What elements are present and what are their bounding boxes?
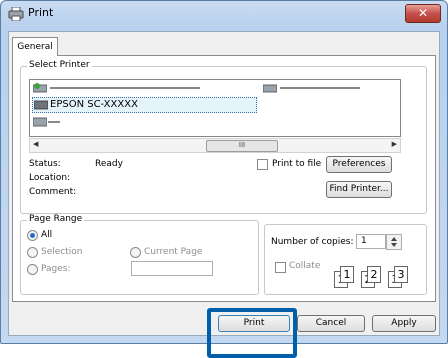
- printer-list-scrollbar[interactable]: ◀ III ▶: [29, 138, 401, 153]
- spin-up-down-icon: [391, 237, 397, 247]
- page-range-label: Page Range: [27, 214, 85, 224]
- printer-name-redacted: [280, 87, 360, 89]
- collate-checkbox[interactable]: [275, 262, 286, 273]
- print-button-highlight: [207, 308, 297, 358]
- status-label: Status:: [29, 159, 61, 169]
- printer-icon: [33, 83, 47, 93]
- current-page-label: Current Page: [144, 247, 203, 257]
- print-to-file-label: Print to file: [272, 159, 322, 169]
- copies-spinner[interactable]: [386, 234, 402, 250]
- collate-illustration: 1 1 2 2 3 3: [334, 263, 408, 288]
- select-printer-label: Select Printer: [27, 60, 92, 70]
- selected-printer-name: EPSON SC-XXXXX: [50, 99, 138, 110]
- close-icon: ✕: [417, 6, 429, 20]
- all-pages-label: All: [41, 230, 53, 240]
- cancel-button[interactable]: Cancel: [297, 315, 365, 332]
- preferences-button[interactable]: Preferences: [326, 156, 392, 173]
- window-title: Print: [28, 6, 54, 19]
- printer-list-item-selected[interactable]: EPSON SC-XXXXX: [32, 97, 257, 113]
- printer-icon: [33, 117, 47, 127]
- close-button[interactable]: ✕: [405, 4, 441, 23]
- collate-page: 2: [367, 266, 381, 283]
- current-page-radio[interactable]: [130, 247, 141, 258]
- pages-input[interactable]: [131, 261, 213, 276]
- page-range-group: Page Range All Selection Current Page Pa…: [20, 214, 259, 295]
- printer-name-redacted: [48, 121, 60, 123]
- collate-page: 3: [394, 266, 408, 283]
- pages-radio[interactable]: [27, 264, 38, 275]
- copies-group: Number of copies: 1 Collate 1 1 2 2: [264, 224, 427, 295]
- collate-page: 1: [340, 266, 354, 283]
- collate-label: Collate: [289, 261, 321, 271]
- pages-label: Pages:: [41, 264, 71, 274]
- print-to-file-checkbox[interactable]: [257, 159, 268, 170]
- scroll-thumb[interactable]: III: [206, 140, 278, 152]
- location-label: Location:: [29, 173, 71, 183]
- printer-icon: [34, 100, 48, 110]
- printer-list[interactable]: EPSON SC-XXXXX: [29, 79, 401, 137]
- print-dialog-window: Print ✕ General Select Printer EPSON SC-…: [0, 0, 448, 344]
- printer-icon: [263, 84, 277, 93]
- scroll-left-icon[interactable]: ◀: [33, 140, 38, 148]
- select-printer-group: Select Printer EPSON SC-XXXXX ◀ III ▶ St…: [20, 60, 427, 214]
- tab-general[interactable]: General: [12, 37, 58, 56]
- number-of-copies-input[interactable]: 1: [356, 234, 386, 249]
- printer-name-redacted: [50, 87, 200, 89]
- find-printer-button[interactable]: Find Printer...: [326, 181, 392, 198]
- scroll-right-icon[interactable]: ▶: [392, 140, 397, 148]
- general-tab-panel: Select Printer EPSON SC-XXXXX ◀ III ▶ St…: [12, 55, 436, 302]
- comment-label: Comment:: [29, 187, 77, 197]
- status-value: Ready: [95, 159, 123, 169]
- printer-icon: [8, 7, 24, 21]
- title-bar[interactable]: Print ✕: [1, 1, 447, 27]
- selection-label: Selection: [41, 247, 83, 257]
- selection-radio[interactable]: [27, 247, 38, 258]
- apply-button[interactable]: Apply: [372, 315, 436, 332]
- all-pages-radio[interactable]: [27, 230, 38, 241]
- number-of-copies-value: 1: [361, 236, 367, 246]
- dialog-client-area: General Select Printer EPSON SC-XXXXX ◀ …: [8, 31, 440, 336]
- number-of-copies-label: Number of copies:: [271, 237, 354, 247]
